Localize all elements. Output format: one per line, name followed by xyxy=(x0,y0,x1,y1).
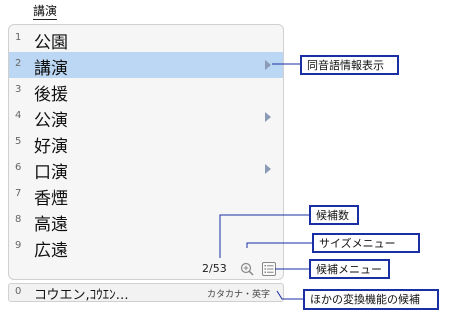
candidate-number: 8 xyxy=(15,214,22,225)
candidate-number: 7 xyxy=(15,188,22,199)
candidate-row[interactable]: 9 広遠 xyxy=(9,234,283,261)
callout-other-conversion: ほかの変換機能の候補 xyxy=(303,289,439,310)
callout-homonym-info: 同音語情報表示 xyxy=(300,55,399,75)
candidate-word: 公園 xyxy=(34,33,68,53)
triangle-right-icon[interactable] xyxy=(265,112,271,122)
candidate-number: 4 xyxy=(15,110,22,121)
candidate-word: 後援 xyxy=(34,85,68,105)
candidate-word: 講演 xyxy=(34,59,68,79)
other-conversion-types: カタカナ・英字 xyxy=(207,290,271,300)
list-menu-icon[interactable] xyxy=(262,261,276,276)
candidate-row[interactable]: 4 公演 xyxy=(9,104,283,131)
candidate-word: 好演 xyxy=(34,137,68,157)
candidate-number: 5 xyxy=(15,136,22,147)
candidate-number: 2 xyxy=(15,58,22,69)
triangle-right-icon[interactable] xyxy=(265,164,271,174)
candidate-row[interactable]: 3 後援 xyxy=(9,78,283,105)
candidate-number: 3 xyxy=(15,84,22,95)
candidate-word: 口演 xyxy=(34,163,68,183)
composing-text: 講演 xyxy=(33,4,58,20)
zoom-in-icon[interactable] xyxy=(240,261,254,276)
candidate-number: 1 xyxy=(15,32,22,43)
callout-candidate-count: 候補数 xyxy=(309,205,359,225)
candidate-word: 広遠 xyxy=(34,241,68,261)
candidate-row[interactable]: 1 公園 xyxy=(9,26,283,53)
other-conversion-number: 0 xyxy=(15,286,22,297)
candidate-row[interactable]: 2 講演 xyxy=(9,52,283,79)
ime-candidate-screen: 講演 1 公園 2 講演 3 後援 4 公演 5 好演 6 口演 7 香煙 8 高遠 9 広遠 2/53 xyxy=(0,0,451,322)
candidate-window: 1 公園 2 講演 3 後援 4 公演 5 好演 6 口演 7 香煙 8 高遠 9 広遠 2/53 xyxy=(8,24,284,280)
candidate-number: 9 xyxy=(15,240,22,251)
other-conversion-text: コウエン,ｺｳｴﾝ… xyxy=(34,288,129,303)
candidate-word: 公演 xyxy=(34,111,68,131)
candidate-word: 高遠 xyxy=(34,215,68,235)
candidate-number: 6 xyxy=(15,162,22,173)
candidate-row[interactable]: 7 香煙 xyxy=(9,182,283,209)
candidate-row[interactable]: 6 口演 xyxy=(9,156,283,183)
candidate-row[interactable]: 8 高遠 xyxy=(9,208,283,235)
candidate-counter: 2/53 xyxy=(202,262,227,275)
candidate-row[interactable]: 5 好演 xyxy=(9,130,283,157)
triangle-right-icon[interactable] xyxy=(265,60,271,70)
callout-candidate-menu: 候補メニュー xyxy=(309,259,390,279)
candidate-word: 香煙 xyxy=(34,189,68,209)
other-conversion-bar[interactable]: 0 コウエン,ｺｳｴﾝ… カタカナ・英字 xyxy=(8,283,284,303)
callout-size-menu: サイズメニュー xyxy=(312,233,420,253)
